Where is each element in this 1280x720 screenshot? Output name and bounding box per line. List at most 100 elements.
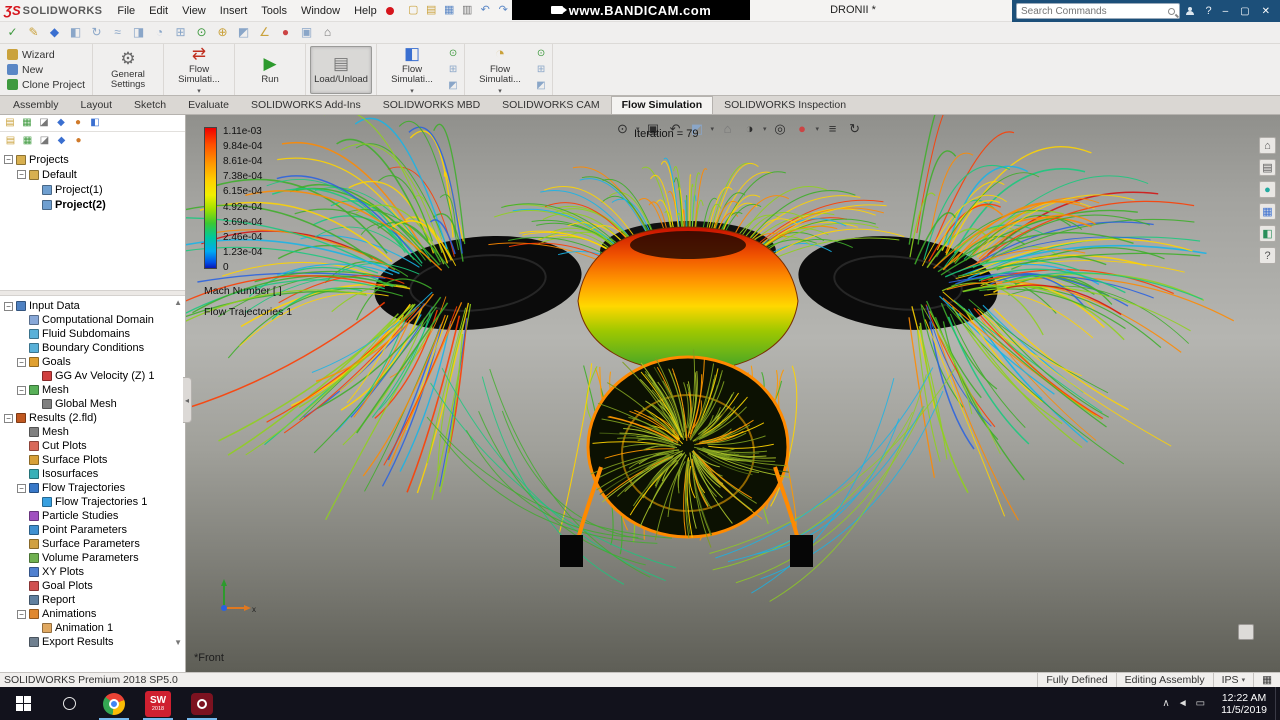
mate-icon[interactable]: ⊙ [534,47,548,61]
print-icon[interactable]: ▥ [460,3,475,18]
tree-item[interactable]: Export Results [0,635,185,649]
units-selector[interactable]: IPS▾ [1213,673,1253,687]
tree-item[interactable]: Goal Plots [0,579,185,593]
tab-solidworks-cam[interactable]: SOLIDWORKS CAM [491,96,610,114]
tree-item[interactable]: Volume Parameters [0,551,185,565]
tab-flow-simulation[interactable]: Flow Simulation [611,96,714,114]
scroll-down-icon[interactable]: ▼ [174,638,182,647]
view-orientation-icon[interactable]: ⌂ [719,120,736,137]
tab-solidworks-add-ins[interactable]: SOLIDWORKS Add-Ins [240,96,372,114]
select-tool-icon[interactable]: ✓ [4,24,21,41]
clone-project-button[interactable]: Clone Project [4,78,88,92]
graphics-viewport[interactable]: 1.11e-039.84e-048.61e-047.38e-046.15e-04… [186,115,1280,672]
panel-collapse-handle[interactable]: ◂ [183,377,192,423]
menu-insert[interactable]: Insert [213,2,255,20]
property-manager-icon[interactable]: ▦ [20,116,34,130]
custom-properties-icon[interactable]: ▦ [1259,203,1276,220]
tree-item[interactable]: Report [0,593,185,607]
flow-trajectories-view[interactable] [186,115,1280,672]
search-input[interactable] [1021,6,1168,17]
undo-icon[interactable]: ↶ [478,3,493,18]
tree-item[interactable]: Flow Trajectories 1 [0,495,185,509]
edit-appearance-icon[interactable]: ● [794,120,811,137]
flow-simulation-button-1[interactable]: ⇄ Flow Simulati... ▾ [168,46,230,94]
feature-manager-icon[interactable]: ▤ [4,134,17,147]
viewport-corner-button[interactable] [1238,624,1254,640]
feature-manager-icon[interactable]: ▤ [3,116,17,130]
tree-item[interactable]: Boundary Conditions [0,341,185,355]
cfd-plot-icon[interactable]: ◧ [1259,225,1276,242]
expander-icon[interactable]: − [4,155,13,164]
tree-item[interactable]: Project(1) [0,182,185,197]
rotate-view-icon[interactable]: ↻ [846,120,863,137]
revolve-icon[interactable]: ↻ [88,24,105,41]
tab-sketch[interactable]: Sketch [123,96,177,114]
extrude-icon[interactable]: ◧ [67,24,84,41]
tree-item[interactable]: Project(2) [0,197,185,212]
task-pane-icon[interactable]: ▤ [1259,159,1276,176]
tree-item[interactable]: Fluid Subdomains [0,327,185,341]
cfd-analysis-tree-icon[interactable]: ◧ [88,116,102,130]
tab-solidworks-mbd[interactable]: SOLIDWORKS MBD [372,96,491,114]
taskbar-solidworks[interactable]: SW2018 [136,687,180,720]
linear-pattern-icon[interactable]: ⊞ [446,63,460,77]
dimxpert-manager-icon[interactable]: ◆ [55,134,68,147]
linear-pattern-icon[interactable]: ⊞ [534,63,548,77]
tree-item[interactable]: Surface Parameters [0,537,185,551]
fillet-icon[interactable]: ◔ [151,24,168,41]
tree-item[interactable]: Cut Plots [0,439,185,453]
expander-icon[interactable]: − [4,414,13,423]
tree-item[interactable]: −Projects [0,152,185,167]
taskbar-clock[interactable]: 12:22 AM 11/5/2019 [1213,687,1275,720]
measure-icon[interactable]: ∠ [256,24,273,41]
appearances-icon[interactable]: ● [1259,181,1276,198]
tab-solidworks-inspection[interactable]: SOLIDWORKS Inspection [713,96,857,114]
maximize-button[interactable]: ▢ [1234,6,1255,17]
property-manager-icon[interactable]: ▦ [21,134,34,147]
mate-icon[interactable]: ⊙ [193,24,210,41]
show-desktop-button[interactable] [1275,687,1280,720]
minimize-button[interactable]: – [1217,6,1235,17]
hide-show-items-icon[interactable]: ◎ [772,120,789,137]
expander-icon[interactable]: − [17,610,26,619]
insert-component-icon[interactable]: ⊕ [214,24,231,41]
menu-file[interactable]: File [110,2,142,20]
menu-tools[interactable]: Tools [254,2,294,20]
dimxpert-manager-icon[interactable]: ◆ [54,116,68,130]
display-style-icon[interactable]: ◑ [741,120,758,137]
home-icon[interactable]: ⌂ [1259,137,1276,154]
redo-icon[interactable]: ↷ [496,3,511,18]
tree-item[interactable]: Particle Studies [0,509,185,523]
run-button[interactable]: ▶ Run [239,46,301,94]
scene-icon[interactable]: ▣ [298,24,315,41]
tree-item[interactable]: Mesh [0,425,185,439]
wizard-button[interactable]: Wizard [4,48,88,62]
tree-item[interactable]: −Goals [0,355,185,369]
tree-item[interactable]: −Flow Trajectories [0,481,185,495]
help-pane-icon[interactable]: ? [1259,247,1276,264]
tree-item[interactable]: XY Plots [0,565,185,579]
tree-item[interactable]: Surface Plots [0,453,185,467]
display-manager-icon[interactable]: ● [71,116,85,130]
mate-icon[interactable]: ⊙ [446,47,460,61]
zoom-fit-icon[interactable]: ⊙ [614,120,631,137]
taskbar-chrome[interactable] [92,687,136,720]
configuration-manager-icon[interactable]: ◪ [38,134,51,147]
display-manager-icon[interactable]: ● [72,134,85,147]
pin-menu-icon[interactable] [386,7,394,15]
tree-item[interactable]: −Results (2.fld) [0,411,185,425]
close-button[interactable]: ✕ [1256,6,1276,17]
network-icon[interactable]: ▭ [1196,698,1205,709]
tab-assembly[interactable]: Assembly [2,96,70,114]
new-icon[interactable]: ▢ [406,3,421,18]
login-icon[interactable] [1186,7,1194,15]
view-orientation-icon[interactable]: ⌂ [319,24,336,41]
sketch-icon[interactable]: ✎ [25,24,42,41]
open-icon[interactable]: ▤ [424,3,439,18]
menu-help[interactable]: Help [347,2,384,20]
linear-pattern-icon[interactable]: ⊞ [172,24,189,41]
save-icon[interactable]: ▦ [442,3,457,18]
flow-simulation-button-2[interactable]: ◧ Flow Simulati... ▾ [381,46,443,94]
tree-item[interactable]: −Default [0,167,185,182]
cortana-search-button[interactable] [46,687,92,720]
